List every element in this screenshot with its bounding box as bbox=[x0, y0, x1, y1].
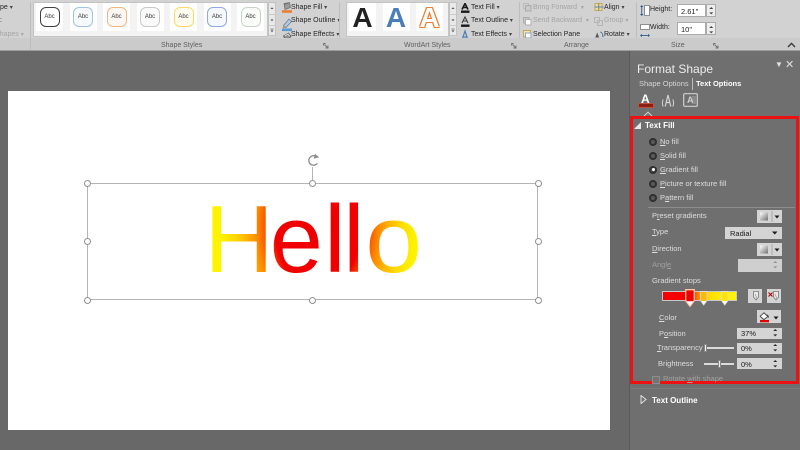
svg-text:Hell: Hell bbox=[205, 187, 365, 293]
svg-text:o: o bbox=[365, 186, 422, 292]
